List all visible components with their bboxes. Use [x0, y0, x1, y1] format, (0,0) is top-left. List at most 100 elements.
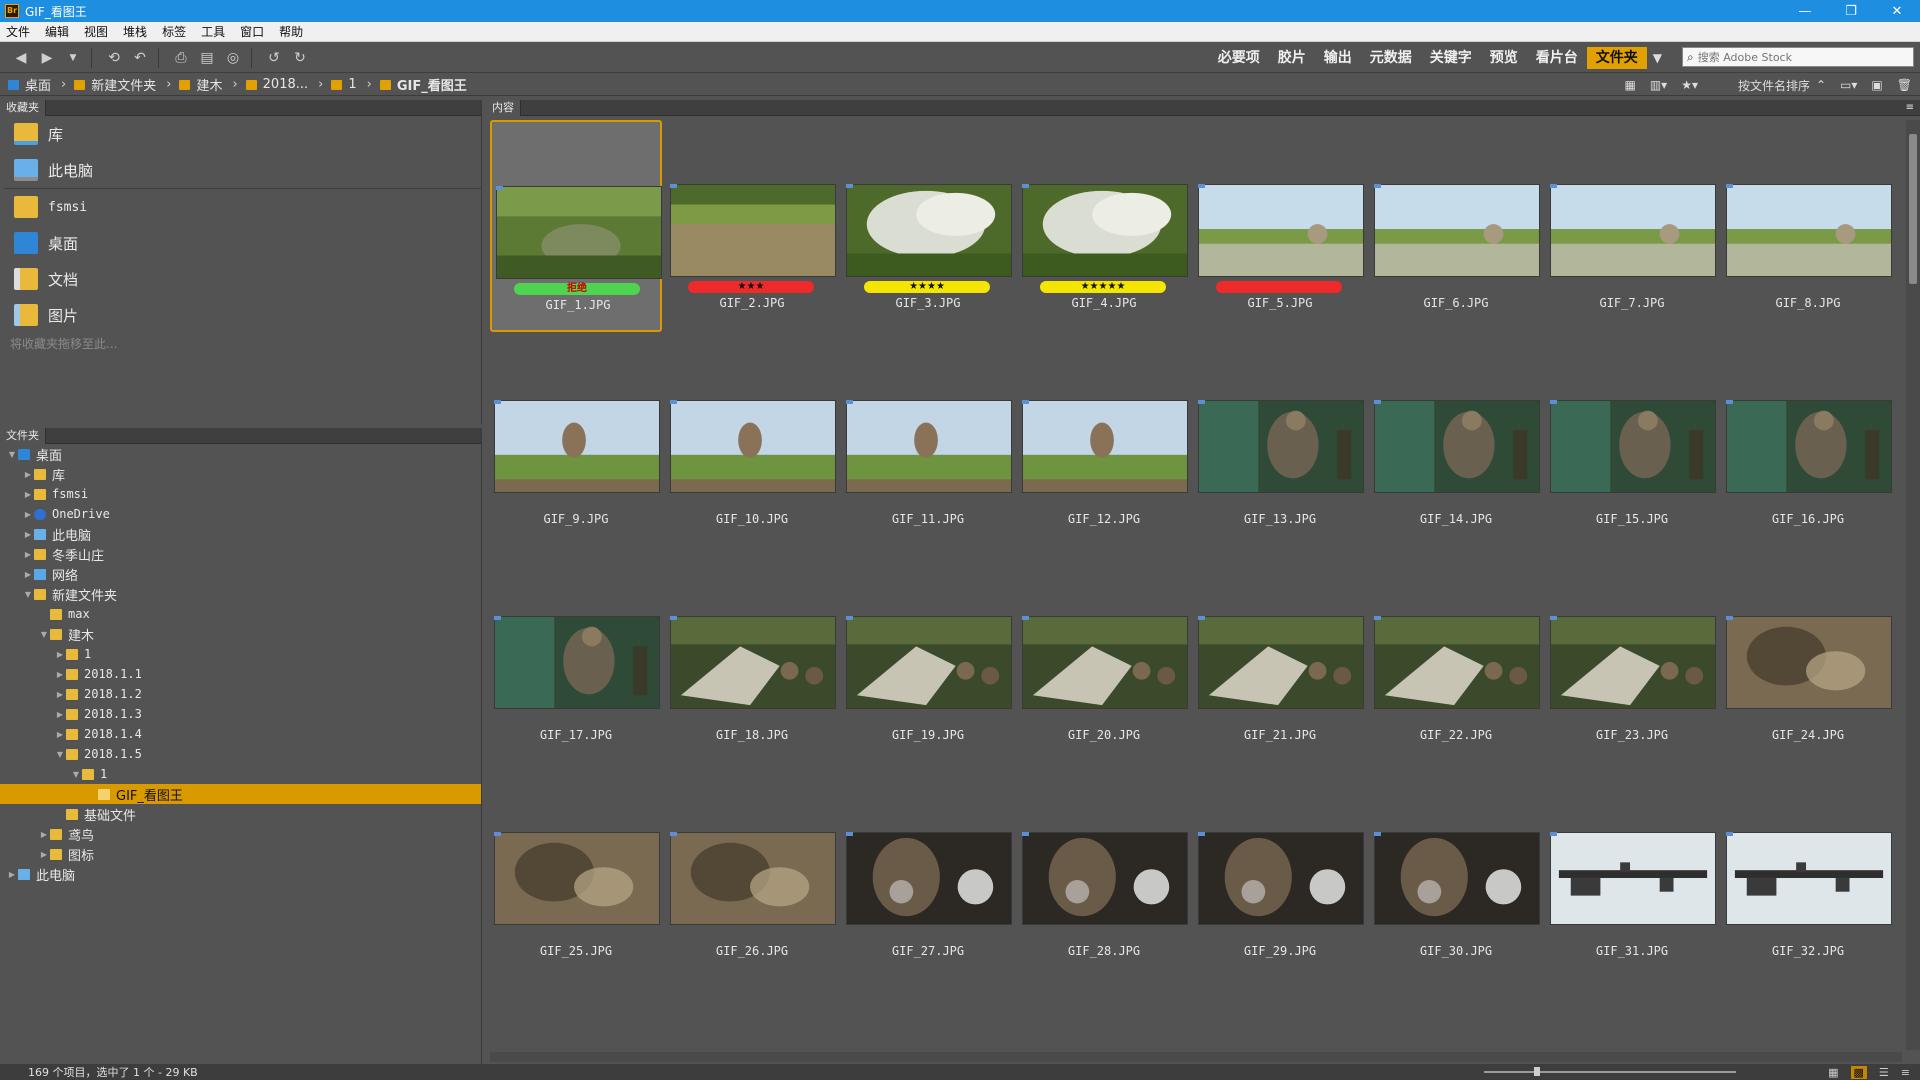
- thumbnail-image[interactable]: [1374, 400, 1540, 493]
- menu-label[interactable]: 标签: [162, 23, 186, 40]
- sort-direction-icon[interactable]: ⌃: [1816, 78, 1826, 92]
- search-box[interactable]: ⌕: [1682, 47, 1914, 67]
- thumbnail-image[interactable]: [1022, 616, 1188, 709]
- thumbnail-image[interactable]: [670, 184, 836, 277]
- thumbnail-image[interactable]: [1550, 616, 1716, 709]
- folder-tree-item[interactable]: ▶ 2018.1.3: [0, 704, 481, 724]
- chevron-right-icon[interactable]: ▶: [22, 470, 34, 479]
- details-view-icon[interactable]: ☰: [1879, 1066, 1889, 1079]
- thumbnail-item[interactable]: GIF_6.JPG: [1370, 120, 1542, 332]
- chevron-right-icon[interactable]: ▶: [54, 710, 66, 719]
- file-name[interactable]: GIF_2.JPG: [666, 296, 838, 310]
- search-input[interactable]: [1697, 50, 1898, 64]
- folder-tree-item[interactable]: max: [0, 604, 481, 624]
- breadcrumb-item[interactable]: GIF_看图王: [379, 75, 467, 94]
- file-name[interactable]: GIF_19.JPG: [842, 728, 1014, 742]
- quality-options-icon[interactable]: ▦: [1624, 78, 1635, 92]
- folder-tree-item[interactable]: ▼ 桌面: [0, 444, 481, 464]
- chevron-down-icon[interactable]: ▼: [54, 750, 66, 759]
- thumbnail-item[interactable]: ★★★★★ GIF_4.JPG: [1018, 120, 1190, 332]
- file-name[interactable]: GIF_3.JPG: [842, 296, 1014, 310]
- thumbnail-image[interactable]: [1550, 832, 1716, 925]
- workspace-preview[interactable]: 预览: [1481, 47, 1527, 69]
- thumbnail-image[interactable]: [1022, 184, 1188, 277]
- thumbnail-item[interactable]: GIF_15.JPG: [1546, 336, 1718, 548]
- thumbnail-item[interactable]: GIF_23.JPG: [1546, 552, 1718, 764]
- file-name[interactable]: GIF_20.JPG: [1018, 728, 1190, 742]
- thumbnail-item[interactable]: ★★★ GIF_2.JPG: [666, 120, 838, 332]
- thumbnail-image[interactable]: [1726, 400, 1892, 493]
- thumbnail-image[interactable]: [670, 400, 836, 493]
- thumbnail-item[interactable]: GIF_29.JPG: [1194, 768, 1366, 980]
- folder-tree-item[interactable]: ▶ 2018.1.1: [0, 664, 481, 684]
- folders-tab[interactable]: 文件夹: [0, 427, 46, 444]
- workspace-essentials[interactable]: 必要项: [1209, 47, 1269, 69]
- chevron-down-icon[interactable]: ▼: [6, 450, 18, 459]
- list-view-icon[interactable]: ≡: [1901, 1066, 1910, 1079]
- file-name[interactable]: GIF_6.JPG: [1370, 296, 1542, 310]
- refine-dropdown-icon[interactable]: ▤: [196, 47, 218, 69]
- chevron-right-icon[interactable]: ▶: [54, 650, 66, 659]
- breadcrumb-item[interactable]: 1 ›: [331, 77, 372, 92]
- open-folder-icon[interactable]: ▣: [1871, 78, 1882, 92]
- recent-dropdown-icon[interactable]: ▼: [62, 47, 84, 69]
- thumbnail-image[interactable]: [1726, 832, 1892, 925]
- back-arrow-icon[interactable]: ◀: [10, 47, 32, 69]
- file-name[interactable]: GIF_27.JPG: [842, 944, 1014, 958]
- chevron-down-icon[interactable]: ▼: [38, 630, 50, 639]
- file-name[interactable]: GIF_21.JPG: [1194, 728, 1366, 742]
- folder-tree-item[interactable]: ▶ 库: [0, 464, 481, 484]
- file-name[interactable]: GIF_8.JPG: [1722, 296, 1894, 310]
- scrollbar-thumb[interactable]: [1909, 134, 1917, 284]
- folder-tree-item[interactable]: ▼ 建木: [0, 624, 481, 644]
- thumbnail-item[interactable]: GIF_21.JPG: [1194, 552, 1366, 764]
- chevron-right-icon[interactable]: ▶: [22, 550, 34, 559]
- chevron-right-icon[interactable]: ▶: [22, 490, 34, 499]
- thumbnail-image[interactable]: [1550, 184, 1716, 277]
- thumbnail-image[interactable]: [494, 400, 660, 493]
- thumbnail-item[interactable]: GIF_26.JPG: [666, 768, 838, 980]
- file-name[interactable]: GIF_12.JPG: [1018, 512, 1190, 526]
- thumbnail-image[interactable]: [1374, 832, 1540, 925]
- thumbnail-image[interactable]: [494, 616, 660, 709]
- file-name[interactable]: GIF_10.JPG: [666, 512, 838, 526]
- chevron-right-icon[interactable]: ▶: [38, 850, 50, 859]
- favorite-library[interactable]: 库: [0, 116, 481, 152]
- chevron-right-icon[interactable]: ▶: [22, 530, 34, 539]
- grid-lock-icon[interactable]: ▦: [1828, 1066, 1838, 1079]
- thumbnail-item[interactable]: GIF_16.JPG: [1722, 336, 1894, 548]
- menu-tools[interactable]: 工具: [201, 23, 225, 40]
- file-name[interactable]: GIF_32.JPG: [1722, 944, 1894, 958]
- thumbnail-item[interactable]: GIF_12.JPG: [1018, 336, 1190, 548]
- file-name[interactable]: GIF_13.JPG: [1194, 512, 1366, 526]
- folder-tree-item[interactable]: ▶ 此电脑: [0, 524, 481, 544]
- thumbnail-image[interactable]: [670, 832, 836, 925]
- label-rating-bar[interactable]: ★★★★★: [1040, 281, 1166, 293]
- workspace-output[interactable]: 输出: [1315, 47, 1361, 69]
- folder-tree-item[interactable]: ▶ 2018.1.2: [0, 684, 481, 704]
- file-name[interactable]: GIF_1.JPG: [492, 298, 664, 312]
- thumbnail-item[interactable]: GIF_17.JPG: [490, 552, 662, 764]
- vertical-scrollbar[interactable]: [1906, 120, 1920, 1050]
- trash-icon[interactable]: 🗑︎: [1897, 78, 1912, 92]
- menu-file[interactable]: 文件: [6, 23, 30, 40]
- workspace-filmstrip[interactable]: 胶片: [1269, 47, 1315, 69]
- folder-tree-item[interactable]: ▶ 2018.1.4: [0, 724, 481, 744]
- thumbnail-image[interactable]: [1726, 616, 1892, 709]
- breadcrumb-item[interactable]: 建木 ›: [179, 75, 238, 94]
- menu-view[interactable]: 视图: [84, 23, 108, 40]
- file-name[interactable]: GIF_25.JPG: [490, 944, 662, 958]
- slider-handle[interactable]: [1534, 1067, 1540, 1076]
- thumbnail-size-slider[interactable]: [1484, 1071, 1736, 1073]
- thumbnail-item[interactable]: GIF_22.JPG: [1370, 552, 1542, 764]
- chevron-right-icon[interactable]: ▶: [54, 730, 66, 739]
- close-button[interactable]: ✕: [1874, 0, 1920, 22]
- content-tab[interactable]: 内容: [486, 99, 521, 116]
- thumbnail-image[interactable]: [1022, 400, 1188, 493]
- thumbnail-image[interactable]: [846, 400, 1012, 493]
- file-name[interactable]: GIF_26.JPG: [666, 944, 838, 958]
- file-name[interactable]: GIF_4.JPG: [1018, 296, 1190, 310]
- chevron-right-icon[interactable]: ›: [61, 77, 66, 92]
- thumbnail-item[interactable]: GIF_13.JPG: [1194, 336, 1366, 548]
- file-name[interactable]: GIF_30.JPG: [1370, 944, 1542, 958]
